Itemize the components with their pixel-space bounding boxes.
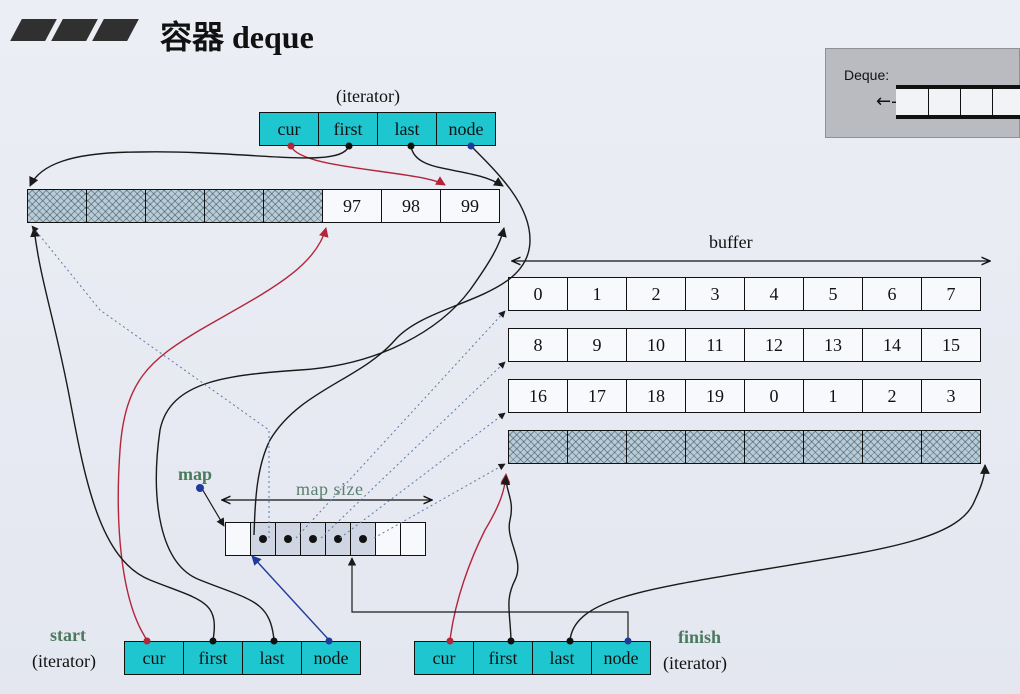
top-iterator-links — [29, 145, 531, 536]
pointer-dot-blue — [467, 142, 475, 150]
pointer-dot-red — [143, 637, 151, 645]
pointer-dot-blue — [624, 637, 632, 645]
link-map-pointer — [200, 486, 225, 527]
pointer-dot-red — [287, 142, 295, 150]
finish-iterator-links — [347, 464, 990, 641]
link-top-cur — [290, 145, 446, 186]
link-finish-cur — [449, 473, 511, 641]
map-link-buffer-row-3 — [339, 412, 506, 539]
map-link-top-buffer — [31, 225, 270, 538]
link-top-first — [29, 145, 350, 187]
pointer-dot — [209, 637, 217, 645]
map-pointer-dot — [196, 484, 204, 492]
link-top-node — [253, 145, 531, 536]
link-finish-node — [347, 557, 629, 640]
link-finish-last — [569, 464, 990, 641]
map-link-buffer-row-2 — [320, 361, 506, 539]
slide: 容器 deque Deque: ←-- (iterator) cur first… — [0, 0, 1020, 694]
link-start-cur — [117, 227, 329, 641]
pointer-dot — [507, 637, 515, 645]
pointer-dot — [345, 142, 353, 150]
iterator-field-dots — [143, 142, 632, 645]
link-start-last — [155, 227, 507, 641]
pointer-dot-red — [446, 637, 454, 645]
pointer-dot — [566, 637, 574, 645]
map-slot-links — [31, 225, 506, 539]
pointer-dot — [407, 142, 415, 150]
pointer-dot-blue — [325, 637, 333, 645]
link-start-node — [251, 555, 330, 641]
pointer-links — [29, 142, 1020, 645]
start-iterator-links — [30, 227, 507, 641]
link-finish-first — [500, 475, 519, 641]
map-link-buffer-row-4 — [373, 463, 506, 539]
pointer-dot — [270, 637, 278, 645]
link-top-last — [410, 145, 504, 187]
